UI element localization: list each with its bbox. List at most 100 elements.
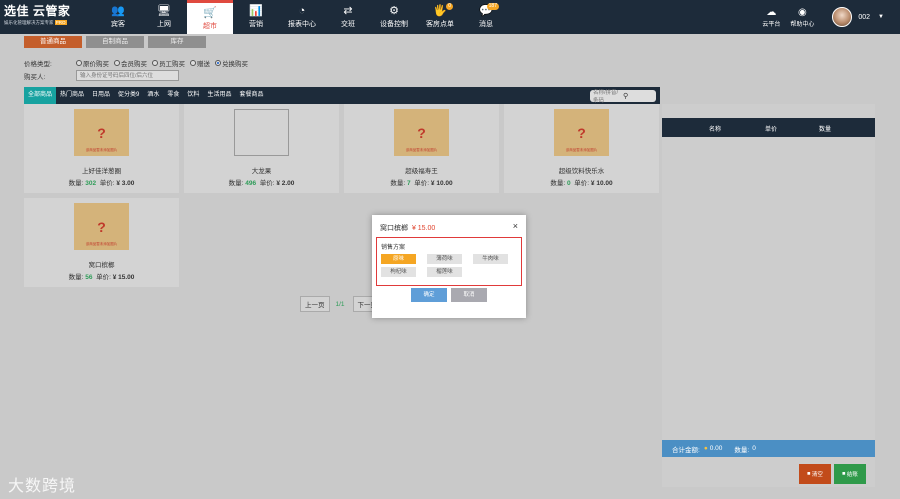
- product-card[interactable]: ? 该商品暂未添加图片 超级饮料快乐水 数量: 0 单价: ¥ 10.00: [504, 104, 659, 193]
- nav-item-reports[interactable]: ◔ 报表中心: [279, 0, 325, 34]
- radio-member-price[interactable]: 会员购买: [114, 58, 147, 68]
- category-all[interactable]: 全部商品: [24, 87, 57, 104]
- buyer-id-input[interactable]: [76, 70, 179, 81]
- radio-dot: [114, 60, 120, 66]
- clear-label: 清空: [811, 472, 823, 478]
- product-card[interactable]: ? 该商品暂未添加图片 窝口槟榔 数量: 56 单价: ¥ 15.00: [24, 198, 179, 287]
- clear-cart-button[interactable]: ■ 清空: [799, 464, 831, 484]
- top-navigation-bar: 选佳 云管家 娱乐化管理解决方案专家 PRO 👥 宾客 🖥 上网 🛒 超市 📊 营销 ◔…: [0, 0, 900, 34]
- product-card[interactable]: ? 该商品暂未添加图片 上好佳洋葱圈 数量: 302 单价: ¥ 3.00: [24, 104, 179, 193]
- nav-item-shift[interactable]: ⇄ 交班: [325, 0, 371, 34]
- cloud-icon: ☁: [766, 6, 777, 18]
- question-icon: ?: [417, 124, 426, 141]
- nav-label: 交班: [341, 21, 355, 28]
- radio-dot: [76, 60, 82, 66]
- brand-logo: 选佳 云管家 娱乐化管理解决方案专家 PRO: [0, 0, 95, 34]
- price-type-row: 价格类型: 原价购买 会员购买 员工购买 赠送 兑换购买: [24, 58, 253, 68]
- radio-label: 原价购买: [83, 61, 109, 68]
- product-price: ¥ 10.00: [430, 180, 453, 187]
- product-card[interactable]: ? 该商品暂未添加图片 超级福寿王 数量: 7 单价: ¥ 10.00: [344, 104, 499, 193]
- checkout-button[interactable]: ■ 结账: [834, 464, 866, 484]
- nav-item-room-order[interactable]: 🖐 客房点单 0: [417, 0, 463, 34]
- nav-item-device-control[interactable]: ⚙ 设备控制: [371, 0, 417, 34]
- tab-regular-goods[interactable]: 普通商品: [24, 36, 82, 48]
- option-beef[interactable]: 牛肉味: [473, 254, 508, 264]
- nav-item-marketing[interactable]: 📊 营销: [233, 0, 279, 34]
- nav-label: 营销: [249, 21, 263, 28]
- option-goji[interactable]: 枸杞味: [381, 267, 416, 277]
- radio-exchange[interactable]: 兑换购买: [215, 58, 248, 68]
- prev-page-button[interactable]: 上一页: [300, 296, 330, 312]
- confirm-button[interactable]: 确定: [411, 288, 447, 302]
- product-name: 上好佳洋葱圈: [82, 168, 121, 175]
- product-qty: 7: [407, 180, 411, 187]
- qty-label: 数量:: [68, 274, 84, 281]
- question-icon: ?: [97, 124, 106, 141]
- search-placeholder: 名称/拼音/条码: [593, 89, 619, 104]
- product-name: 超级福寿王: [405, 168, 438, 175]
- category-hot[interactable]: 热门商品: [56, 87, 88, 104]
- col-name: 名称: [709, 127, 722, 133]
- category-living[interactable]: 生活用品: [203, 87, 235, 104]
- total-label: 合计金额:: [672, 446, 700, 454]
- product-image-placeholder: ? 该商品暂未添加图片: [554, 109, 609, 156]
- users-icon: 👥: [111, 5, 125, 17]
- qty-label: 数量:: [228, 180, 244, 187]
- product-search-input[interactable]: 名称/拼音/条码 ⚲: [590, 89, 656, 104]
- buyer-label: 购买人:: [24, 73, 46, 81]
- radio-original-price[interactable]: 原价购买: [76, 58, 109, 68]
- trash-icon: ■: [807, 471, 811, 477]
- price-label: 单价:: [99, 180, 115, 187]
- category-beverages[interactable]: 饮料: [183, 87, 203, 104]
- category-drinks[interactable]: 酒水: [143, 87, 163, 104]
- qty-total-label: 数量:: [734, 446, 750, 454]
- col-price: 单价: [765, 127, 778, 133]
- nav-item-supermarket[interactable]: 🛒 超市: [187, 0, 233, 34]
- help-icon: ◉: [797, 6, 807, 18]
- cancel-button[interactable]: 取消: [451, 288, 487, 302]
- brand-subtitle: 娱乐化管理解决方案专家: [4, 20, 54, 25]
- help-center-label: 帮助中心: [790, 21, 815, 28]
- brand-title: 选佳 云管家: [4, 4, 71, 18]
- nav-item-online[interactable]: 🖥 上网: [141, 0, 187, 34]
- product-price: ¥ 3.00: [116, 180, 135, 187]
- device-icon: ⚙: [389, 5, 399, 17]
- cloud-platform-label: 云平台: [762, 21, 781, 28]
- page-indicator: 1/1: [335, 300, 345, 308]
- product-card[interactable]: 大龙果 数量: 496 单价: ¥ 2.00: [184, 104, 339, 193]
- radio-staff-price[interactable]: 员工购买: [152, 58, 185, 68]
- radio-gift[interactable]: 赠送: [190, 58, 210, 68]
- product-price: ¥ 2.00: [276, 180, 295, 187]
- col-qty: 数量: [819, 127, 832, 133]
- product-price: ¥ 15.00: [112, 274, 135, 281]
- search-icon[interactable]: ⚲: [623, 92, 653, 100]
- category-combo[interactable]: 套餐商品: [235, 87, 267, 104]
- tab-homemade-goods[interactable]: 自制商品: [86, 36, 144, 48]
- close-icon[interactable]: ×: [513, 221, 518, 231]
- avatar: [832, 7, 853, 27]
- broken-image: [234, 109, 289, 156]
- question-icon: ?: [577, 124, 586, 141]
- help-center-link[interactable]: ◉ 帮助中心: [790, 7, 814, 28]
- user-menu[interactable]: 002 ▼: [832, 7, 884, 27]
- cloud-platform-link[interactable]: ☁ 云平台: [762, 7, 780, 28]
- nav-label: 设备控制: [380, 21, 408, 28]
- product-name: 窝口槟榔: [88, 262, 115, 269]
- nav-item-messages[interactable]: 💬 消息 187: [463, 0, 509, 34]
- option-original[interactable]: 原味: [381, 254, 416, 264]
- cart-table-header: 名称 单价 数量: [662, 118, 875, 137]
- option-durian[interactable]: 榴莲味: [427, 267, 462, 277]
- category-bar: 全部商品 热门商品 日用品 促分类9 酒水 零食 饮料 生活用品 套餐商品 名称…: [24, 87, 660, 104]
- bar-chart-icon: 📊: [249, 5, 263, 17]
- category-snacks[interactable]: 零食: [163, 87, 183, 104]
- tab-inventory[interactable]: 库存: [148, 36, 206, 48]
- nav-item-guests[interactable]: 👥 宾客: [95, 0, 141, 34]
- category-daily[interactable]: 日用品: [88, 87, 114, 104]
- nav-label: 宾客: [111, 21, 125, 28]
- room-order-badge: 0: [446, 3, 453, 10]
- option-mint[interactable]: 薄荷味: [427, 254, 462, 264]
- category-promo[interactable]: 促分类9: [114, 87, 143, 104]
- buyer-row: 购买人:: [24, 70, 179, 81]
- radio-label: 兑换购买: [222, 61, 248, 68]
- product-name: 超级饮料快乐水: [558, 168, 605, 175]
